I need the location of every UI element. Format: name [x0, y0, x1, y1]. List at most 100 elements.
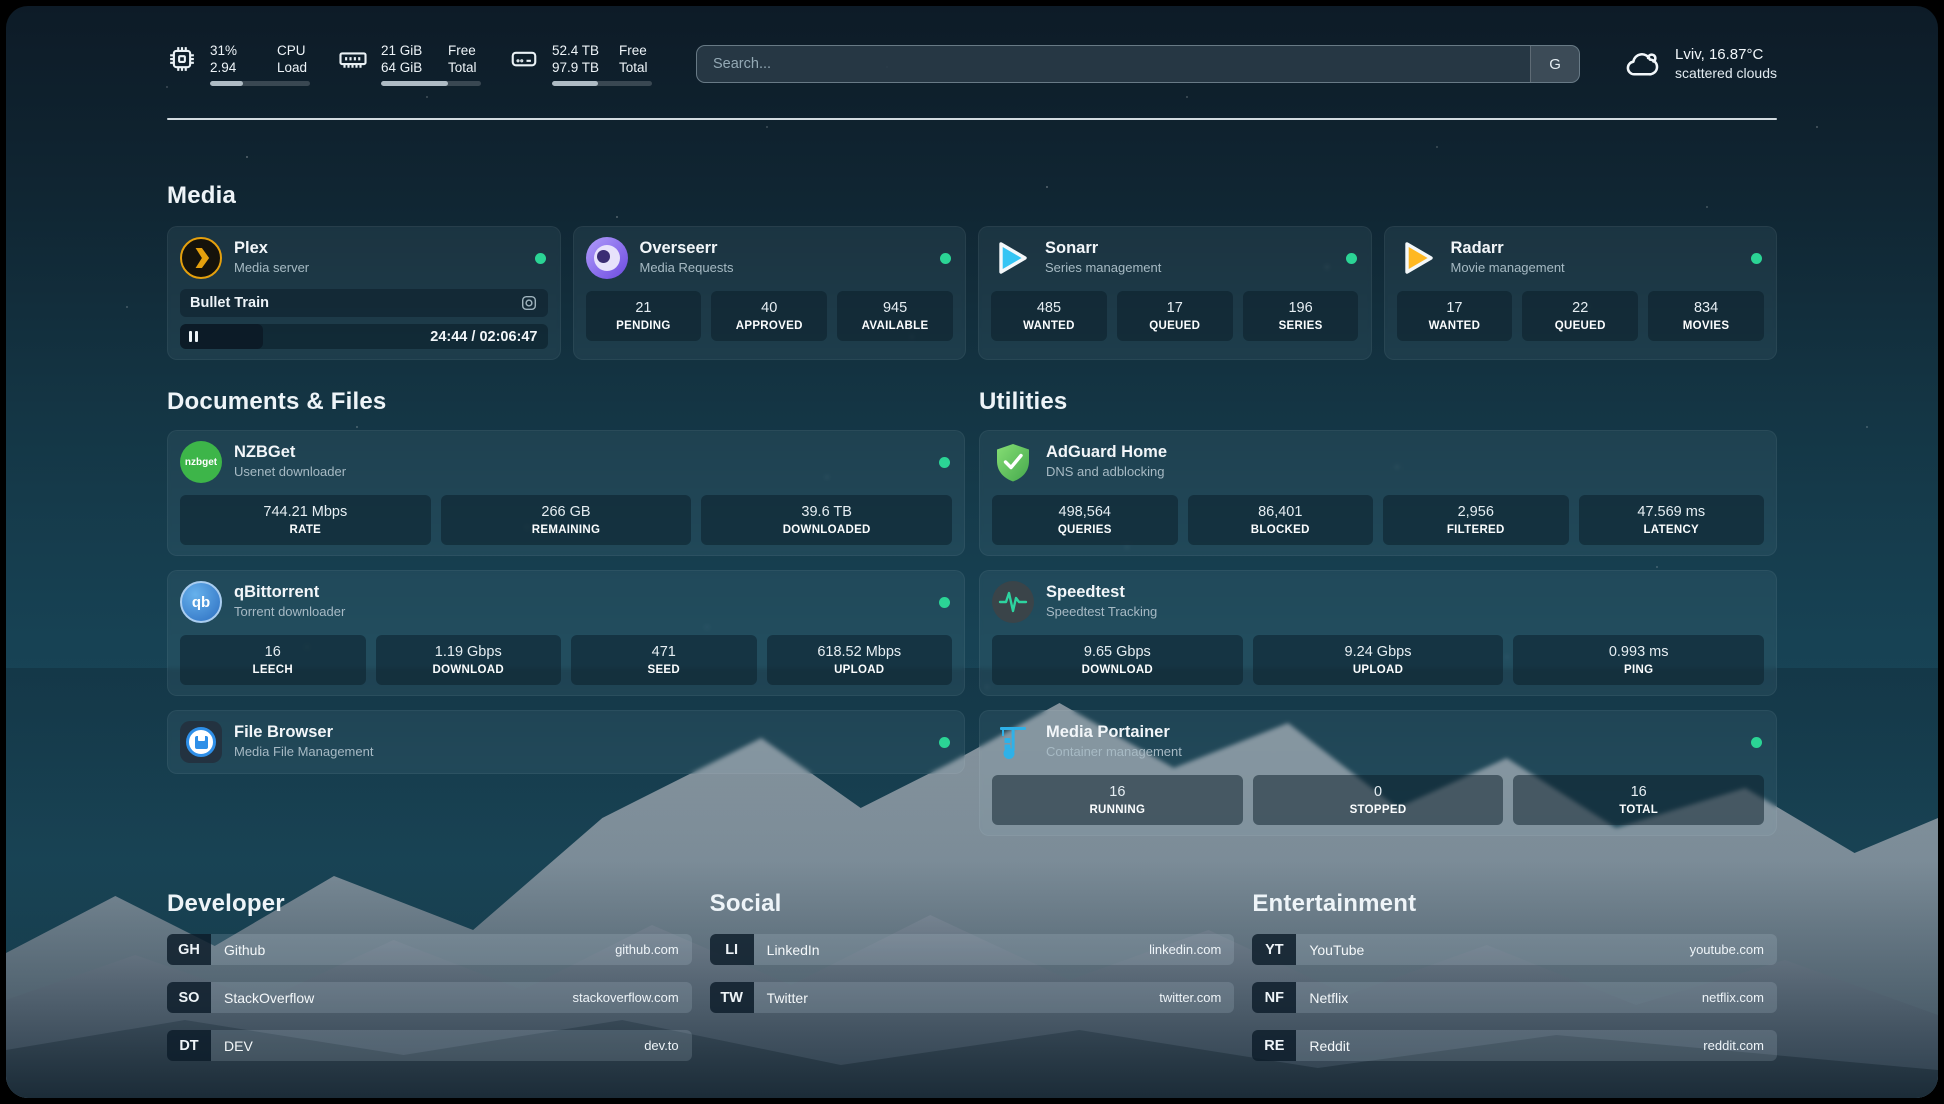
- bookmark-netflix[interactable]: NF Netflix netflix.com: [1252, 982, 1777, 1013]
- section-utilities: Utilities: [979, 388, 1777, 850]
- now-playing-progress: 24:44 / 02:06:47: [180, 324, 548, 349]
- memory-progress-fill: [381, 81, 448, 86]
- service-card-nzbget[interactable]: nzbget NZBGet Usenet downloader 744.21 M…: [167, 430, 965, 556]
- status-dot: [940, 253, 951, 264]
- service-card-overseerr[interactable]: Overseerr Media Requests 21 PENDING 40 A…: [573, 226, 967, 360]
- search-provider-button[interactable]: G: [1530, 46, 1579, 82]
- search-input[interactable]: [697, 46, 1530, 82]
- stat-filtered: 2,956 FILTERED: [1383, 495, 1569, 545]
- stat-value: 40: [715, 299, 823, 317]
- stat-series: 196 SERIES: [1243, 291, 1359, 341]
- stat-label: STOPPED: [1257, 802, 1500, 818]
- memory-widget: 21 GiB 64 GiB Free Total: [338, 42, 481, 86]
- bookmark-reddit[interactable]: RE Reddit reddit.com: [1252, 1030, 1777, 1061]
- cpu-icon: [167, 44, 197, 74]
- stat-value: 834: [1652, 299, 1760, 317]
- service-card-speedtest[interactable]: Speedtest Speedtest Tracking 9.65 Gbps D…: [979, 570, 1777, 696]
- disk-free-value: 52.4 TB: [552, 42, 606, 59]
- stat-value: 22: [1526, 299, 1634, 317]
- status-dot: [535, 253, 546, 264]
- stat-label: FILTERED: [1387, 522, 1565, 538]
- stat-label: PENDING: [590, 318, 698, 334]
- bookmark-dev[interactable]: DT DEV dev.to: [167, 1030, 692, 1061]
- bookmark-github[interactable]: GH Github github.com: [167, 934, 692, 965]
- status-dot: [939, 737, 950, 748]
- cpu-widget: 31% 2.94 CPU Load: [167, 42, 310, 86]
- service-subtitle: Torrent downloader: [234, 602, 927, 622]
- bookmark-stackoverflow[interactable]: SO StackOverflow stackoverflow.com: [167, 982, 692, 1013]
- bookmark-url: twitter.com: [1159, 990, 1221, 1005]
- disk-progress-fill: [552, 81, 598, 86]
- service-card-adguard[interactable]: AdGuard Home DNS and adblocking 498,564 …: [979, 430, 1777, 556]
- bookmark-group-social: Social LI LinkedIn linkedin.com TW Twitt…: [710, 890, 1235, 1030]
- service-card-radarr[interactable]: Radarr Movie management 17 WANTED 22 QUE…: [1384, 226, 1778, 360]
- stat-value: 471: [575, 643, 753, 661]
- section-title-developer: Developer: [167, 890, 692, 918]
- section-title-entertainment: Entertainment: [1252, 890, 1777, 918]
- service-card-filebrowser[interactable]: File Browser Media File Management: [167, 710, 965, 774]
- stat-value: 17: [1121, 299, 1229, 317]
- bookmark-linkedin[interactable]: LI LinkedIn linkedin.com: [710, 934, 1235, 965]
- bookmark-name: Reddit: [1309, 1038, 1703, 1054]
- stat-stopped: 0 STOPPED: [1253, 775, 1504, 825]
- service-name: Speedtest: [1046, 582, 1764, 602]
- service-subtitle: DNS and adblocking: [1046, 462, 1764, 482]
- stat-queries: 498,564 QUERIES: [992, 495, 1178, 545]
- stat-value: 485: [995, 299, 1103, 317]
- service-name: Overseerr: [640, 238, 929, 258]
- service-card-plex[interactable]: Plex Media server Bullet Train: [167, 226, 561, 360]
- memory-total-value: 64 GiB: [381, 59, 435, 76]
- cpu-progress-fill: [210, 81, 243, 86]
- service-subtitle: Media server: [234, 258, 523, 278]
- cpu-progress-track: [210, 81, 310, 86]
- bookmark-url: linkedin.com: [1149, 942, 1221, 957]
- weather-widget: Lviv, 16.87°C scattered clouds: [1624, 45, 1777, 83]
- now-playing-elapsed-pill: [180, 324, 263, 349]
- service-name: NZBGet: [234, 442, 927, 462]
- stat-value: 0.993 ms: [1517, 643, 1760, 661]
- stat-label: RATE: [184, 522, 427, 538]
- stat-queued: 22 QUEUED: [1522, 291, 1638, 341]
- bookmark-url: stackoverflow.com: [572, 990, 678, 1005]
- stat-value: 16: [996, 783, 1239, 801]
- stat-label: MOVIES: [1652, 318, 1760, 334]
- stat-label: PING: [1517, 662, 1760, 678]
- dashboard-window: 31% 2.94 CPU Load: [6, 6, 1938, 1098]
- qbittorrent-icon: qb: [180, 581, 222, 623]
- stat-label: QUERIES: [996, 522, 1174, 538]
- bookmark-url: youtube.com: [1690, 942, 1764, 957]
- service-card-qbittorrent[interactable]: qb qBittorrent Torrent downloader 16 LEE…: [167, 570, 965, 696]
- stat-available: 945 AVAILABLE: [837, 291, 953, 341]
- bookmark-name: StackOverflow: [224, 990, 572, 1006]
- load-label: Load: [277, 59, 307, 76]
- service-name: Sonarr: [1045, 238, 1334, 258]
- memory-icon: [338, 44, 368, 74]
- stat-label: APPROVED: [715, 318, 823, 334]
- stat-latency: 47.569 ms LATENCY: [1579, 495, 1765, 545]
- top-bar: 31% 2.94 CPU Load: [167, 36, 1777, 92]
- bookmark-url: github.com: [615, 942, 679, 957]
- stat-wanted: 17 WANTED: [1397, 291, 1513, 341]
- section-title-media: Media: [167, 182, 1777, 210]
- memory-values: 21 GiB 64 GiB: [381, 42, 435, 76]
- stat-downloaded: 39.6 TB DOWNLOADED: [701, 495, 952, 545]
- service-name: Media Portainer: [1046, 722, 1739, 742]
- weather-text: Lviv, 16.87°C scattered clouds: [1675, 45, 1777, 83]
- stat-value: 0: [1257, 783, 1500, 801]
- search-bar: G: [696, 45, 1580, 83]
- status-dot: [939, 457, 950, 468]
- stat-queued: 17 QUEUED: [1117, 291, 1233, 341]
- service-card-portainer[interactable]: Media Portainer Container management 16 …: [979, 710, 1777, 836]
- section-title-utilities: Utilities: [979, 388, 1777, 416]
- free-label: Free: [619, 42, 648, 59]
- service-card-sonarr[interactable]: Sonarr Series management 485 WANTED 17 Q…: [978, 226, 1372, 360]
- bookmark-youtube[interactable]: YT YouTube youtube.com: [1252, 934, 1777, 965]
- pause-icon: [189, 331, 198, 342]
- stat-label: BLOCKED: [1192, 522, 1370, 538]
- bookmark-twitter[interactable]: TW Twitter twitter.com: [710, 982, 1235, 1013]
- stat-label: DOWNLOAD: [380, 662, 558, 678]
- stat-seed: 471 SEED: [571, 635, 757, 685]
- status-dot: [1751, 253, 1762, 264]
- resource-widgets: 31% 2.94 CPU Load: [167, 42, 652, 86]
- stat-label: SERIES: [1247, 318, 1355, 334]
